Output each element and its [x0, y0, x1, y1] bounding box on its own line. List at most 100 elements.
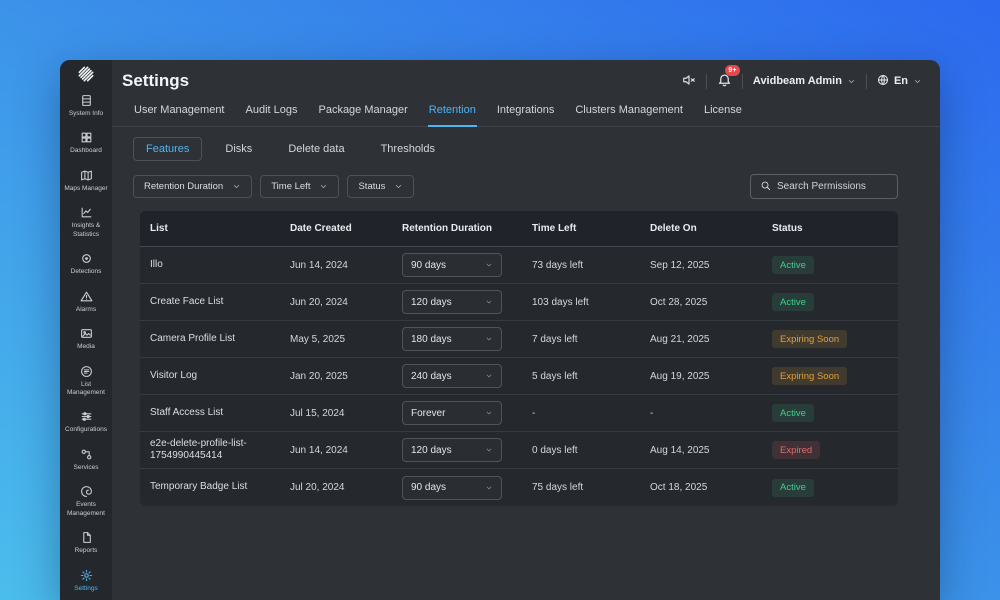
- tab-retention[interactable]: Retention: [428, 102, 477, 127]
- time-left: 73 days left: [532, 260, 650, 271]
- tab-integrations[interactable]: Integrations: [496, 102, 555, 127]
- table-header-row: List Date Created Retention Duration Tim…: [140, 211, 898, 247]
- status-badge: Expiring Soon: [772, 367, 847, 385]
- retention-duration-select[interactable]: 180 days: [402, 327, 502, 351]
- chevron-down-icon: [485, 484, 493, 492]
- subtab-thresholds[interactable]: Thresholds: [368, 137, 448, 161]
- alarms-icon: [80, 290, 93, 303]
- app-window: System Info Dashboard Maps Manager Insig…: [60, 60, 940, 600]
- chevron-down-icon: [485, 409, 493, 417]
- status-badge: Active: [772, 404, 814, 422]
- retention-duration-select[interactable]: 120 days: [402, 438, 502, 462]
- chevron-down-icon: [913, 77, 922, 86]
- time-left: 5 days left: [532, 371, 650, 382]
- notifications-button[interactable]: 9+: [717, 72, 732, 90]
- sidebar-item-services[interactable]: Services: [60, 442, 112, 479]
- sidebar-item-insights-statistics[interactable]: Insights & Statistics: [60, 200, 112, 246]
- mute-button[interactable]: [682, 73, 696, 90]
- status-badge: Active: [772, 293, 814, 311]
- delete-on: Sep 12, 2025: [650, 260, 772, 271]
- sidebar-item-configurations[interactable]: Configurations: [60, 404, 112, 441]
- status-badge: Active: [772, 256, 814, 274]
- tab-audit-logs[interactable]: Audit Logs: [245, 102, 299, 127]
- time-left: 75 days left: [532, 482, 650, 493]
- list-name: e2e-delete-profile-list-1754990445414: [150, 438, 290, 463]
- sidebar-item-alarms[interactable]: Alarms: [60, 284, 112, 321]
- search-icon: [760, 178, 771, 196]
- tab-clusters-management[interactable]: Clusters Management: [574, 102, 684, 127]
- retention-duration-select[interactable]: 90 days: [402, 253, 502, 277]
- list-name: Staff Access List: [150, 407, 290, 420]
- main-area: Settings 9+ Avidbeam Admin: [112, 60, 940, 600]
- time-left: 7 days left: [532, 334, 650, 345]
- delete-on: Oct 28, 2025: [650, 297, 772, 308]
- chevron-down-icon: [485, 298, 493, 306]
- time-left: 103 days left: [532, 297, 650, 308]
- table-row: Visitor Log Jan 20, 2025 240 days 5 days…: [140, 358, 898, 395]
- sidebar-item-list-management[interactable]: List Management: [60, 359, 112, 405]
- tab-package-manager[interactable]: Package Manager: [317, 102, 408, 127]
- tab-user-management[interactable]: User Management: [133, 102, 226, 127]
- header-divider: [866, 74, 867, 89]
- tab-license[interactable]: License: [703, 102, 743, 127]
- sidebar-item-media[interactable]: Media: [60, 321, 112, 358]
- retention-duration-select[interactable]: Forever: [402, 401, 502, 425]
- events-management-icon: [80, 485, 93, 498]
- filter-dropdown-time-left[interactable]: Time Left: [260, 175, 339, 198]
- user-menu[interactable]: Avidbeam Admin: [753, 75, 856, 87]
- sidebar-nav: System Info Dashboard Maps Manager Insig…: [60, 88, 112, 600]
- header-controls: 9+ Avidbeam Admin En: [682, 72, 922, 90]
- language-label: En: [894, 75, 908, 87]
- filter-dropdown-status[interactable]: Status: [347, 175, 414, 198]
- table-row: e2e-delete-profile-list-1754990445414 Ju…: [140, 432, 898, 469]
- language-menu[interactable]: En: [877, 74, 922, 89]
- retention-duration-select[interactable]: 120 days: [402, 290, 502, 314]
- maps-manager-icon: [80, 169, 93, 182]
- sidebar-item-reports[interactable]: Reports: [60, 525, 112, 562]
- sidebar-item-maps-manager[interactable]: Maps Manager: [60, 163, 112, 200]
- system-info-icon: [80, 94, 93, 107]
- subtab-features[interactable]: Features: [133, 137, 202, 161]
- page-header: Settings 9+ Avidbeam Admin: [112, 60, 940, 102]
- globe-icon: [877, 74, 889, 89]
- date-created: Jul 20, 2024: [290, 482, 402, 493]
- date-created: Jul 15, 2024: [290, 408, 402, 419]
- reports-icon: [80, 531, 93, 544]
- table-body: Illo Jun 14, 2024 90 days 73 days left S…: [140, 247, 898, 506]
- delete-on: Aug 19, 2025: [650, 371, 772, 382]
- search-input[interactable]: [777, 181, 888, 192]
- header-divider: [742, 74, 743, 89]
- date-created: Jun 20, 2024: [290, 297, 402, 308]
- search-box[interactable]: [750, 174, 898, 199]
- sidebar-item-detections[interactable]: Detections: [60, 246, 112, 283]
- settings-icon: [80, 569, 93, 582]
- filter-dropdown-retention-duration[interactable]: Retention Duration: [133, 175, 252, 198]
- column-header-date-created: Date Created: [290, 223, 402, 234]
- chevron-down-icon: [394, 182, 403, 191]
- list-name: Illo: [150, 259, 290, 272]
- sidebar-item-settings[interactable]: Settings: [60, 563, 112, 600]
- notification-badge: 9+: [725, 65, 740, 76]
- dashboard-icon: [80, 131, 93, 144]
- date-created: May 5, 2025: [290, 334, 402, 345]
- table-row: Illo Jun 14, 2024 90 days 73 days left S…: [140, 247, 898, 284]
- sidebar-item-system-info[interactable]: System Info: [60, 88, 112, 125]
- retention-duration-select[interactable]: 240 days: [402, 364, 502, 388]
- sidebar-item-dashboard[interactable]: Dashboard: [60, 125, 112, 162]
- time-left: 0 days left: [532, 445, 650, 456]
- subtab-disks[interactable]: Disks: [212, 137, 265, 161]
- status-badge: Expiring Soon: [772, 330, 847, 348]
- settings-tabs: User Management Audit Logs Package Manag…: [112, 102, 940, 127]
- user-name: Avidbeam Admin: [753, 75, 842, 87]
- retention-duration-select[interactable]: 90 days: [402, 476, 502, 500]
- time-left: -: [532, 408, 650, 419]
- chevron-down-icon: [485, 372, 493, 380]
- list-name: Camera Profile List: [150, 333, 290, 346]
- filter-row: Retention Duration Time Left Status: [133, 174, 898, 199]
- date-created: Jan 20, 2025: [290, 371, 402, 382]
- sidebar-item-events-management[interactable]: Events Management: [60, 479, 112, 525]
- app-logo-icon[interactable]: [60, 60, 112, 88]
- column-header-status: Status: [772, 223, 888, 234]
- subtab-delete-data[interactable]: Delete data: [275, 137, 357, 161]
- desktop-background: System Info Dashboard Maps Manager Insig…: [0, 0, 1000, 600]
